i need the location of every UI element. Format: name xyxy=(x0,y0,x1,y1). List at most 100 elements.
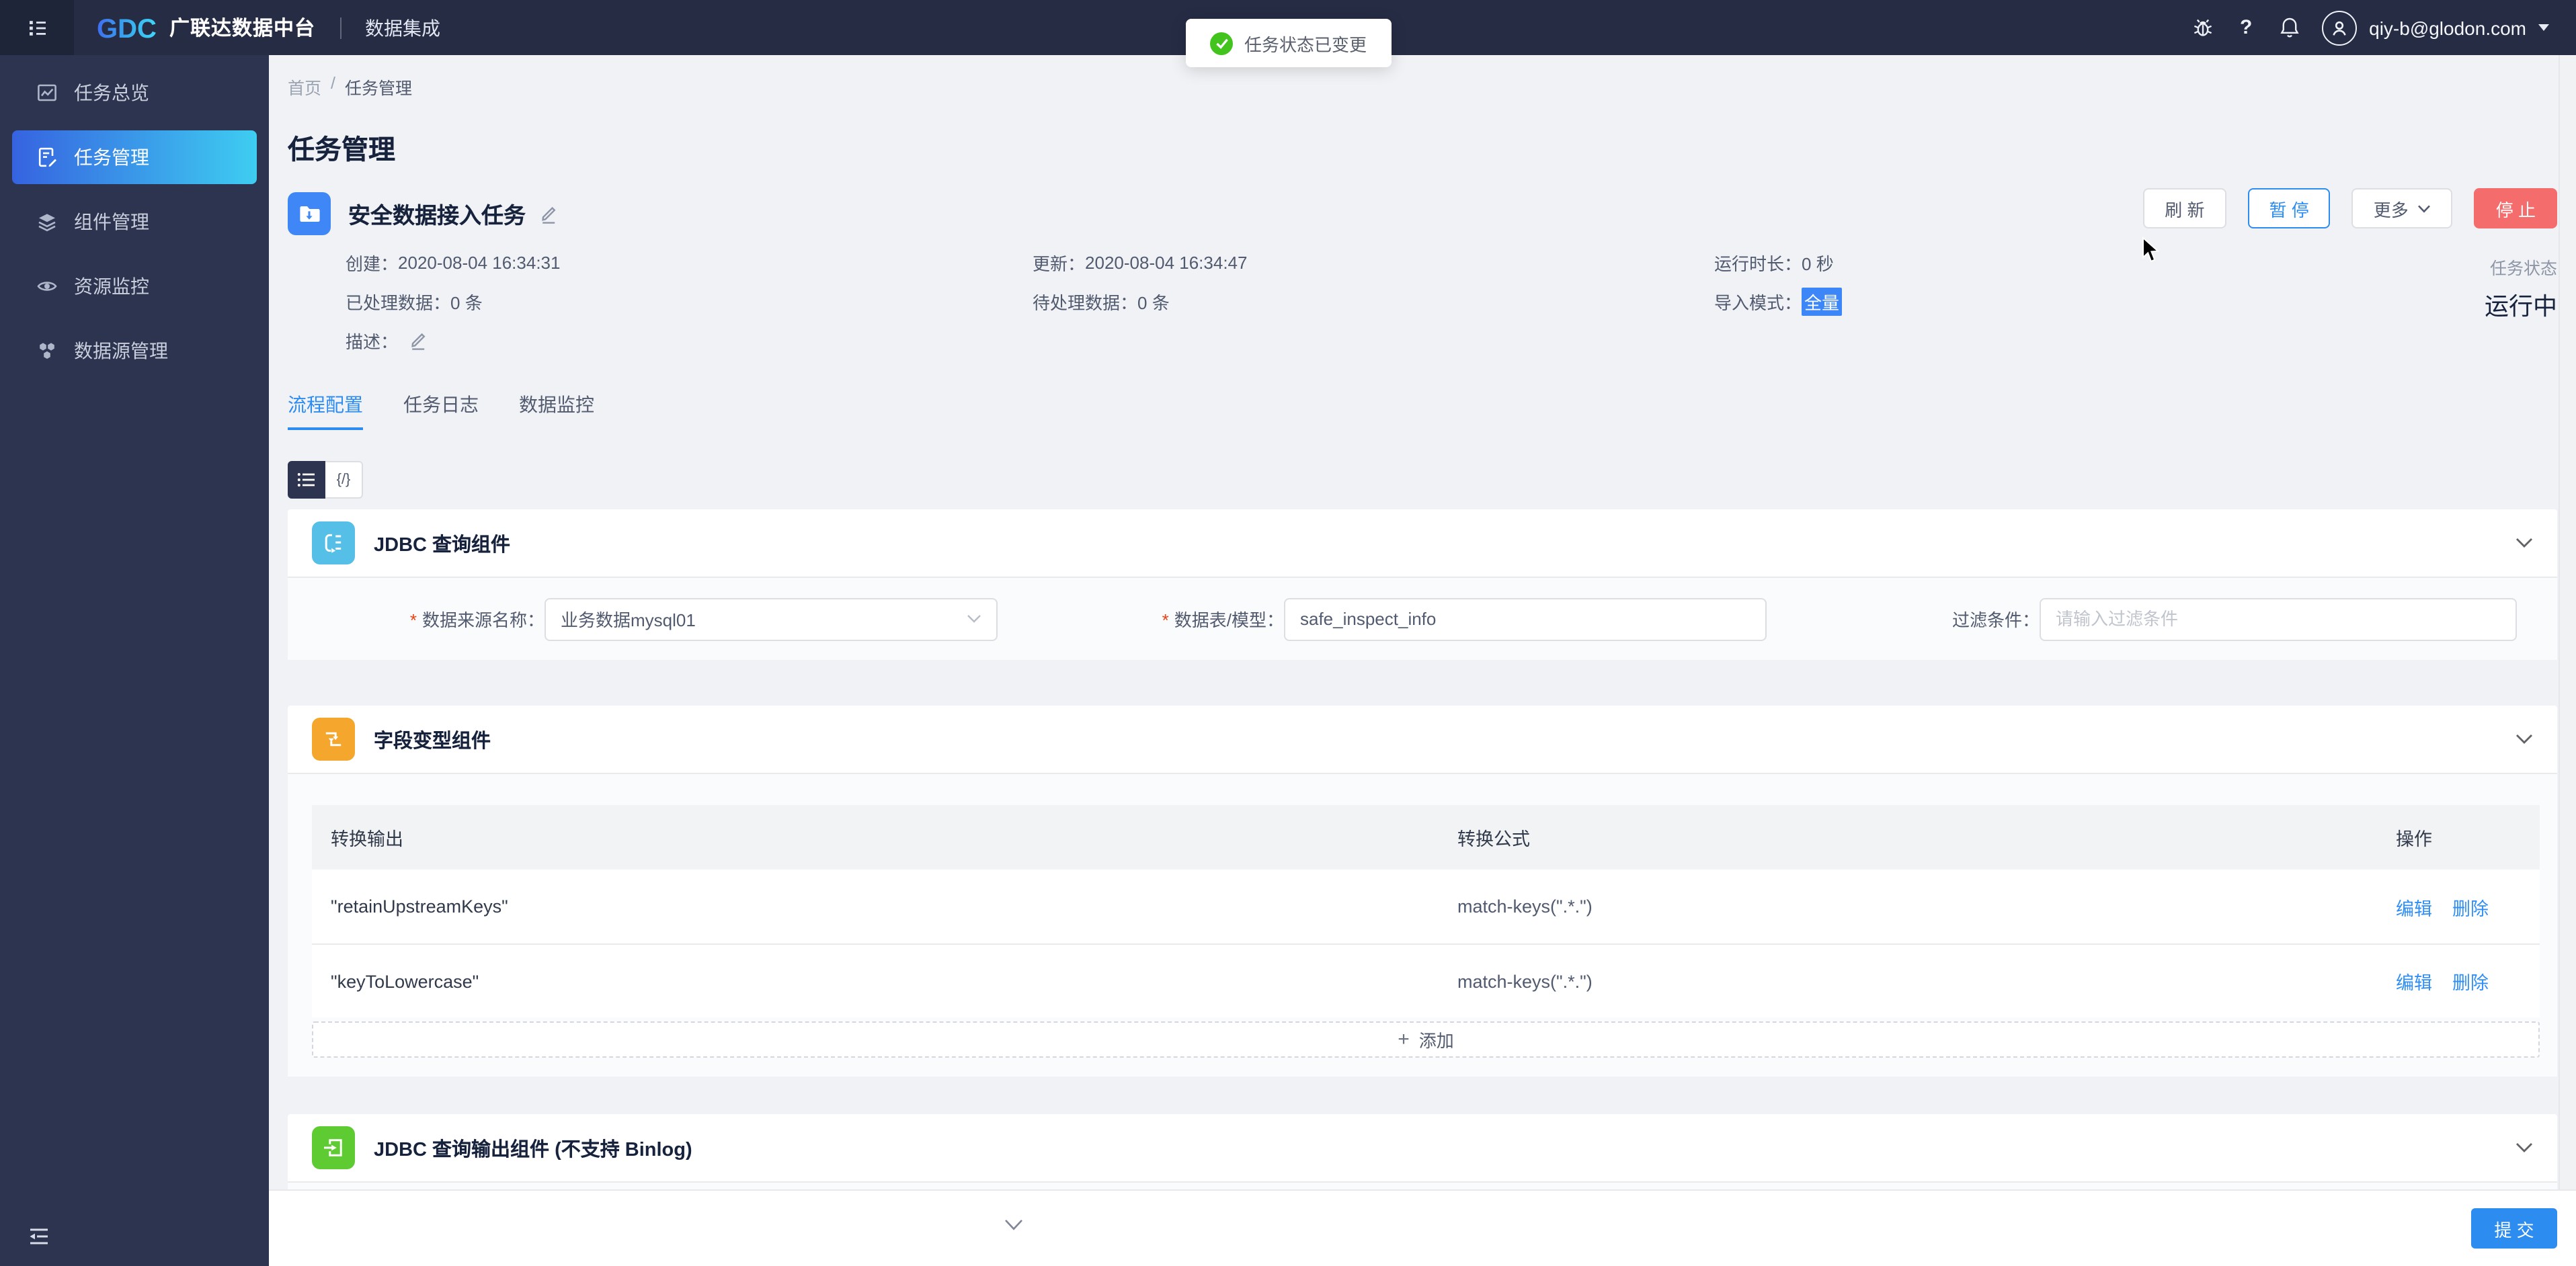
module-name[interactable]: 数据集成 xyxy=(365,14,440,41)
task-processed: 已处理数据： 0 条 xyxy=(346,289,1033,314)
task-info-grid: 创建： 2020-08-04 16:34:31 更新： 2020-08-04 1… xyxy=(346,243,2557,360)
user-menu-caret-icon[interactable] xyxy=(2538,24,2549,31)
col-header-output: 转换输出 xyxy=(312,824,1457,851)
select-chevron-icon xyxy=(967,614,981,624)
plus-icon: + xyxy=(1398,1028,1410,1051)
sidebar-item-label: 任务总览 xyxy=(74,79,149,106)
sidebar-item-label: 数据源管理 xyxy=(74,337,168,364)
jdbc-query-header[interactable]: JDBC 查询组件 xyxy=(288,509,2557,578)
footer-collapse-chevron-icon[interactable] xyxy=(1004,1219,1023,1231)
collapse-chevron-icon[interactable] xyxy=(2515,1142,2533,1153)
breadcrumb-current: 任务管理 xyxy=(345,74,412,99)
more-button[interactable]: 更多 xyxy=(2352,188,2453,228)
jdbc-query-component-card: JDBC 查询组件 *数据来源名称： 业务数据mysql01 *数据表/模型： … xyxy=(288,509,2557,660)
collapse-chevron-icon[interactable] xyxy=(2515,734,2533,745)
field-transform-component-card: 字段变型组件 转换输出 转换公式 操作 "retainUpstreamKeys"… xyxy=(288,706,2557,1077)
tab-flow-config[interactable]: 流程配置 xyxy=(288,391,363,430)
delete-link[interactable]: 删除 xyxy=(2452,893,2489,920)
collapse-menu-button[interactable] xyxy=(0,0,74,55)
breadcrumb-home[interactable]: 首页 xyxy=(288,74,321,99)
toast-message: 任务状态已变更 xyxy=(1244,30,1367,56)
scrollbar-track[interactable] xyxy=(2559,55,2576,1189)
pause-button[interactable]: 暂 停 xyxy=(2247,188,2330,228)
jdbc-query-title: JDBC 查询组件 xyxy=(374,529,510,557)
chevron-down-icon xyxy=(2418,204,2431,213)
table-row: "keyToLowercase" match-keys(".*.") 编辑 删除 xyxy=(312,943,2540,1017)
sidebar-item-task-overview[interactable]: 任务总览 xyxy=(0,66,269,120)
filter-condition-input[interactable] xyxy=(2040,597,2517,640)
svg-text:GDC: GDC xyxy=(97,13,156,42)
notification-bell-icon[interactable] xyxy=(2278,16,2300,39)
jdbc-output-title: JDBC 查询输出组件 (不支持 Binlog) xyxy=(374,1134,692,1162)
col-header-action: 操作 xyxy=(2396,824,2540,851)
main-content: 首页 / 任务管理 任务管理 安全数据接入任务 xyxy=(269,55,2576,1189)
filter-label: 过滤条件： xyxy=(1767,606,2040,632)
refresh-button[interactable]: 刷 新 xyxy=(2143,188,2226,228)
menu-list-icon xyxy=(26,17,48,38)
topbar-divider xyxy=(339,17,341,38)
sidebar-item-component-management[interactable]: 组件管理 xyxy=(0,195,269,249)
json-view-toggle[interactable]: {/} xyxy=(325,461,363,499)
tab-bar: 流程配置 任务日志 数据监控 xyxy=(288,391,2557,430)
gdc-logo: GDC xyxy=(97,13,156,42)
task-status-value: 运行中 xyxy=(2485,288,2557,323)
task-edit-icon xyxy=(36,146,58,168)
topbar-right: ? qiy-b@glodon.com xyxy=(2171,10,2576,45)
jdbc-output-component-card: JDBC 查询输出组件 (不支持 Binlog) xyxy=(288,1114,2557,1189)
field-transform-header[interactable]: 字段变型组件 xyxy=(288,706,2557,774)
app-root: GDC 广联达数据中台 数据集成 ? xyxy=(0,0,2576,1266)
sidebar-fold-icon[interactable] xyxy=(27,1226,51,1247)
jdbc-output-header[interactable]: JDBC 查询输出组件 (不支持 Binlog) xyxy=(288,1114,2557,1183)
collapse-chevron-icon[interactable] xyxy=(2515,538,2533,548)
datasource-select[interactable]: 业务数据mysql01 xyxy=(545,597,998,640)
list-view-toggle[interactable] xyxy=(288,461,325,499)
sidebar-item-resource-monitor[interactable]: 资源监控 xyxy=(0,259,269,313)
task-updated: 更新： 2020-08-04 16:34:47 xyxy=(1033,250,1714,276)
task-import-icon xyxy=(288,192,331,235)
page-title: 任务管理 xyxy=(288,128,2557,167)
sidebar-item-task-management[interactable]: 任务管理 xyxy=(12,130,257,184)
user-avatar[interactable] xyxy=(2322,10,2357,45)
product-name: 广联达数据中台 xyxy=(169,13,315,42)
sidebar-item-datasource-management[interactable]: 数据源管理 xyxy=(0,324,269,378)
task-created: 创建： 2020-08-04 16:34:31 xyxy=(346,250,1033,276)
edit-description-icon[interactable] xyxy=(409,331,428,351)
source-label: *数据来源名称： xyxy=(288,606,545,632)
edit-link[interactable]: 编辑 xyxy=(2396,968,2432,995)
jdbc-query-form: *数据来源名称： 业务数据mysql01 *数据表/模型： 过滤条件： xyxy=(288,578,2557,660)
jdbc-output-icon xyxy=(312,1126,355,1169)
bug-icon[interactable] xyxy=(2191,16,2214,39)
add-transform-button[interactable]: + 添加 xyxy=(312,1021,2540,1058)
sidebar-item-label: 资源监控 xyxy=(74,273,149,300)
flow-view-toggle: {/} xyxy=(288,461,2557,499)
table-model-input[interactable] xyxy=(1284,597,1767,640)
sidebar-item-label: 任务管理 xyxy=(74,144,149,171)
sidebar: 任务总览 任务管理 组件管理 xyxy=(0,55,269,1266)
edit-link[interactable]: 编辑 xyxy=(2396,893,2432,920)
edit-task-name-icon[interactable] xyxy=(539,204,558,224)
transform-table-header: 转换输出 转换公式 操作 xyxy=(312,805,2540,870)
task-status-label: 任务状态 xyxy=(2485,254,2557,280)
datasource-cluster-icon xyxy=(36,340,58,362)
tab-task-log[interactable]: 任务日志 xyxy=(403,391,479,430)
field-transform-title: 字段变型组件 xyxy=(374,725,491,753)
user-email[interactable]: qiy-b@glodon.com xyxy=(2369,17,2526,38)
col-header-formula: 转换公式 xyxy=(1457,824,2396,851)
help-icon[interactable]: ? xyxy=(2235,16,2257,39)
task-import-mode: 导入模式： 全量 xyxy=(1714,288,2557,316)
task-description: 描述： xyxy=(346,328,1033,353)
submit-button[interactable]: 提 交 xyxy=(2471,1208,2557,1249)
task-status-box: 任务状态 运行中 xyxy=(2485,254,2557,323)
success-check-icon xyxy=(1211,32,1234,54)
task-pending: 待处理数据： 0 条 xyxy=(1033,289,1714,314)
field-transform-body: 转换输出 转换公式 操作 "retainUpstreamKeys" match-… xyxy=(288,774,2557,1077)
jdbc-query-icon xyxy=(312,521,355,564)
tab-data-monitor[interactable]: 数据监控 xyxy=(519,391,594,430)
import-mode-value: 全量 xyxy=(1802,288,1842,316)
breadcrumb: 首页 / 任务管理 xyxy=(288,55,2557,99)
task-action-buttons: 刷 新 暂 停 更多 停 止 xyxy=(2122,188,2557,228)
stop-button[interactable]: 停 止 xyxy=(2474,188,2557,228)
delete-link[interactable]: 删除 xyxy=(2452,968,2489,995)
task-name: 安全数据接入任务 xyxy=(348,198,526,230)
table-row: "retainUpstreamKeys" match-keys(".*.") 编… xyxy=(312,870,2540,943)
